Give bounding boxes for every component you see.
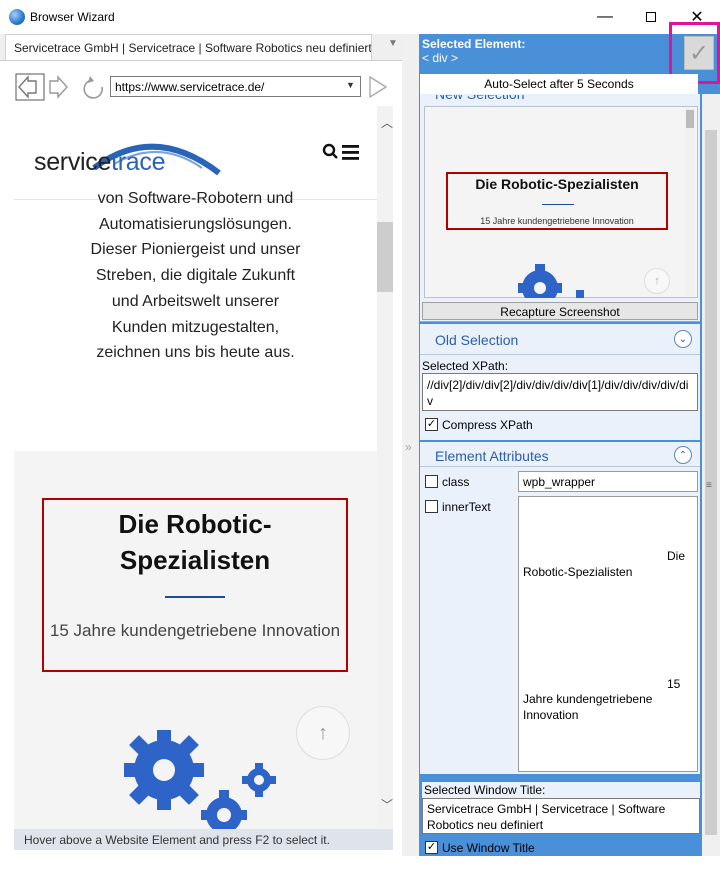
class-attribute-label: class bbox=[442, 475, 470, 489]
innertext-attribute-value[interactable]: Die Robotic-Spezialisten 15 Jahre kunden… bbox=[518, 496, 698, 772]
url-input[interactable]: https://www.servicetrace.de/ bbox=[110, 76, 361, 97]
logo-trace: trace bbox=[111, 148, 166, 176]
web-view[interactable]: servicetrace von Software-Robotern und A… bbox=[14, 106, 377, 829]
browser-tab[interactable]: Servicetrace GmbH | Servicetrace | Softw… bbox=[5, 34, 372, 60]
logo-service: service bbox=[34, 148, 112, 176]
search-icon bbox=[322, 143, 359, 160]
maximize-button[interactable] bbox=[628, 0, 674, 34]
preview-scrollbar[interactable] bbox=[685, 108, 695, 296]
maximize-icon bbox=[646, 12, 656, 22]
scroll-up-icon[interactable]: ︿ bbox=[381, 114, 393, 131]
use-window-title-label: Use Window Title bbox=[442, 841, 535, 855]
site-logo[interactable]: servicetrace bbox=[34, 148, 165, 177]
gears-icon bbox=[124, 730, 276, 829]
intro-line: Automatisierungslösungen. bbox=[98, 215, 292, 233]
class-attribute-checkbox[interactable] bbox=[425, 475, 438, 488]
forward-arrow-icon[interactable] bbox=[49, 75, 68, 99]
intro-line: Dieser Pioniergeist und unser bbox=[90, 241, 301, 259]
tab-dropdown-icon[interactable]: ▼ bbox=[388, 38, 402, 52]
selected-element-header: Selected Element: < div > bbox=[419, 34, 701, 74]
old-selection-title: Old Selection bbox=[435, 332, 519, 348]
intro-line: Streben, die digitale Zukunft bbox=[95, 267, 296, 285]
use-window-title-checkbox[interactable]: ✓ bbox=[425, 841, 438, 854]
window-title-field[interactable]: Servicetrace GmbH | Servicetrace | Softw… bbox=[422, 798, 700, 834]
search-menu-icon[interactable] bbox=[322, 142, 362, 167]
intro-line: zeichnen uns bis heute aus. bbox=[96, 344, 295, 362]
auto-select-label: Auto-Select after 5 Seconds bbox=[420, 74, 698, 94]
recapture-screenshot-button[interactable]: Recapture Screenshot bbox=[422, 302, 698, 320]
intro-line: Kunden mitzugestalten, bbox=[111, 318, 280, 336]
window-title: Browser Wizard bbox=[30, 10, 115, 24]
selected-element-label: Selected Element: bbox=[422, 37, 526, 51]
back-arrow-icon[interactable] bbox=[15, 73, 45, 101]
innertext-line: Jahre kundengetriebene bbox=[523, 692, 653, 706]
attributes-chevron-up-icon[interactable]: ⌃ bbox=[674, 446, 692, 464]
innertext-line: Die bbox=[667, 549, 686, 563]
web-scroll-thumb[interactable] bbox=[377, 222, 393, 292]
scroll-down-icon[interactable]: ﹀ bbox=[381, 796, 393, 813]
robotic-subheading: 15 Jahre kundengetriebene Innovation bbox=[49, 621, 341, 640]
arrow-up-icon: ↑ bbox=[318, 721, 328, 744]
selected-element-value: < div > bbox=[422, 51, 459, 65]
intro-line: und Arbeitswelt unserer bbox=[111, 292, 280, 310]
selected-element-outline[interactable]: Die Robotic-Spezialisten 15 Jahre kunden… bbox=[42, 498, 348, 672]
innertext-line: 15 bbox=[667, 677, 681, 691]
innertext-line: Robotic-Spezialisten bbox=[523, 565, 633, 579]
preview-selection-outline: Die Robotic-Spezialisten 15 Jahre kunden… bbox=[446, 172, 668, 230]
web-scrollbar[interactable]: ︿ ﹀ bbox=[377, 106, 393, 829]
app-globe-icon bbox=[9, 9, 25, 25]
refresh-icon[interactable] bbox=[83, 76, 103, 99]
innertext-attribute-label: innerText bbox=[442, 500, 491, 514]
intro-text: von Software-Robotern und Automatisierun… bbox=[54, 190, 337, 366]
xpath-field[interactable]: //div[2]/div/div[2]/div/div/div/div[1]/d… bbox=[422, 373, 698, 411]
scroll-grip-icon: ≡ bbox=[706, 480, 712, 491]
intro-line: von Software-Robotern und bbox=[97, 190, 294, 207]
innertext-attribute-checkbox[interactable] bbox=[425, 500, 438, 513]
window-bottom-edge bbox=[0, 856, 720, 871]
xpath-label: Selected XPath: bbox=[422, 359, 509, 373]
url-dropdown-icon[interactable]: ▼ bbox=[346, 80, 355, 90]
go-icon[interactable] bbox=[366, 74, 390, 100]
status-bar: Hover above a Website Element and press … bbox=[14, 829, 393, 850]
compress-xpath-checkbox[interactable]: ✓ bbox=[425, 418, 438, 431]
nav-buttons bbox=[15, 73, 103, 101]
splitter-chevrons-icon[interactable]: » bbox=[405, 440, 412, 454]
divider bbox=[420, 354, 700, 355]
old-selection-chevron-down-icon[interactable]: ⌄ bbox=[674, 330, 692, 348]
preview-scroll-thumb[interactable] bbox=[686, 110, 694, 128]
minimize-button[interactable]: — bbox=[582, 0, 628, 34]
preview-subheading: 15 Jahre kundengetriebene Innovation bbox=[480, 216, 634, 226]
scroll-top-button[interactable]: ↑ bbox=[296, 706, 350, 760]
heading-divider bbox=[165, 596, 225, 598]
compress-xpath-label: Compress XPath bbox=[442, 418, 533, 432]
element-attributes-title: Element Attributes bbox=[435, 448, 549, 464]
preview-heading: Die Robotic-Spezialisten bbox=[475, 176, 639, 192]
class-attribute-value[interactable]: wpb_wrapper bbox=[518, 471, 698, 492]
window-title-label: Selected Window Title: bbox=[422, 782, 700, 798]
preview-divider bbox=[542, 204, 574, 205]
preview-scroll-top-icon: ↑ bbox=[644, 268, 670, 294]
divider bbox=[420, 466, 700, 467]
robotic-heading: Die Robotic-Spezialisten bbox=[118, 509, 272, 575]
preview-gears-icon bbox=[518, 264, 584, 298]
innertext-line: Innovation bbox=[523, 708, 579, 722]
